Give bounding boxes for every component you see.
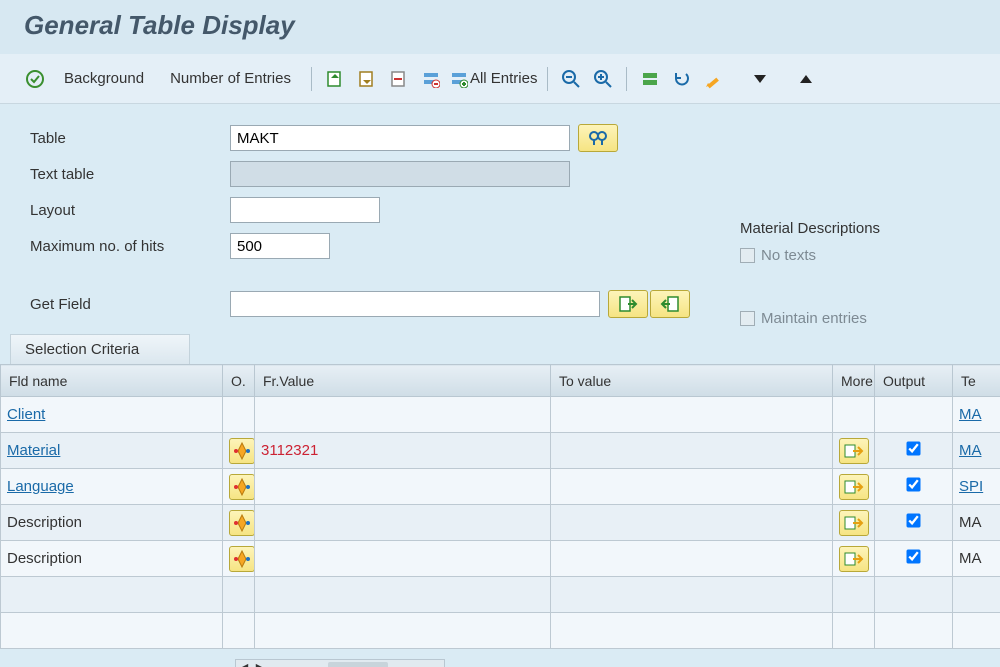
number-of-entries-button[interactable]: Number of Entries xyxy=(160,65,301,93)
output-checkbox[interactable] xyxy=(906,513,920,527)
output-checkbox[interactable] xyxy=(906,549,920,563)
rows-minus-icon[interactable] xyxy=(418,66,444,92)
fld-name-cell[interactable]: Material xyxy=(7,442,60,459)
undo-icon[interactable] xyxy=(669,66,695,92)
zoom-out-icon[interactable] xyxy=(558,66,584,92)
technical-name-cell: MA xyxy=(959,514,982,531)
table-row xyxy=(1,613,1000,649)
th-to[interactable]: To value xyxy=(551,365,833,397)
to-value-cell[interactable] xyxy=(551,541,833,577)
scroll-left-icon[interactable]: ◀ xyxy=(236,660,252,667)
multiple-selection-button[interactable] xyxy=(839,546,869,572)
text-table-label: Text table xyxy=(30,166,230,183)
fld-name-cell[interactable]: Client xyxy=(7,406,45,423)
export-row-icon[interactable] xyxy=(354,66,380,92)
table-row: Description MA xyxy=(1,505,1000,541)
form-area: Table Text table Layout Maximum no. of h… xyxy=(0,104,1000,330)
table-row: Client MA xyxy=(1,397,1000,433)
material-desc-heading: Material Descriptions xyxy=(740,220,880,237)
no-texts-label: No texts xyxy=(761,247,816,264)
th-o[interactable]: O. xyxy=(223,365,255,397)
th-out[interactable]: Output xyxy=(875,365,953,397)
export-button[interactable] xyxy=(650,290,690,318)
scroll-right-icon[interactable]: ▶ xyxy=(252,660,268,667)
collapse-up-icon[interactable] xyxy=(793,66,819,92)
th-fld[interactable]: Fld name xyxy=(1,365,223,397)
th-more[interactable]: More xyxy=(833,365,875,397)
get-field-input[interactable] xyxy=(230,291,600,317)
horizontal-scrollbar[interactable]: ◀ ▶ xyxy=(235,659,445,667)
from-value-cell[interactable] xyxy=(255,505,551,541)
multiple-selection-button[interactable] xyxy=(839,510,869,536)
table-row: Description MA xyxy=(1,541,1000,577)
selection-option-button[interactable] xyxy=(229,438,255,464)
scroll-thumb[interactable] xyxy=(328,662,388,667)
background-button[interactable]: Background xyxy=(54,65,154,93)
table-row: Material 3112321 MA xyxy=(1,433,1000,469)
selection-option-button[interactable] xyxy=(229,546,255,572)
technical-name-cell: MA xyxy=(959,550,982,567)
table-row xyxy=(1,577,1000,613)
text-table-input xyxy=(230,161,570,187)
collapse-down-icon[interactable] xyxy=(747,66,773,92)
to-value-cell[interactable] xyxy=(551,469,833,505)
selection-option-button[interactable] xyxy=(229,474,255,500)
th-fr[interactable]: Fr.Value xyxy=(255,365,551,397)
from-value-cell[interactable]: 3112321 xyxy=(261,442,318,459)
output-checkbox[interactable] xyxy=(906,477,920,491)
from-value-cell[interactable] xyxy=(255,469,551,505)
no-texts-checkbox xyxy=(740,248,755,263)
delete-row-icon[interactable] xyxy=(386,66,412,92)
layout-label: Layout xyxy=(30,202,230,219)
fld-name-cell: Description xyxy=(7,550,82,567)
selection-criteria-grid: Fld name O. Fr.Value To value More Outpu… xyxy=(0,364,1000,649)
all-entries-button[interactable]: All Entries xyxy=(450,70,538,88)
fld-name-cell[interactable]: Language xyxy=(7,478,74,495)
to-value-cell[interactable] xyxy=(551,505,833,541)
search-help-button[interactable] xyxy=(578,124,618,152)
multiple-selection-button[interactable] xyxy=(839,474,869,500)
pencil-icon[interactable] xyxy=(701,66,727,92)
technical-name-cell[interactable]: SPI xyxy=(959,478,983,495)
table-row: Language SPI xyxy=(1,469,1000,505)
zoom-in-icon[interactable] xyxy=(590,66,616,92)
layout-icon[interactable] xyxy=(637,66,663,92)
all-entries-label: All Entries xyxy=(470,70,538,87)
to-value-cell[interactable] xyxy=(551,433,833,469)
selection-criteria-header: Selection Criteria xyxy=(10,334,190,364)
import-button[interactable] xyxy=(608,290,648,318)
page-title: General Table Display xyxy=(0,0,1000,54)
from-value-cell[interactable] xyxy=(255,541,551,577)
technical-name-cell[interactable]: MA xyxy=(959,442,982,459)
output-checkbox[interactable] xyxy=(906,441,920,455)
to-value-cell[interactable] xyxy=(551,397,833,433)
table-label: Table xyxy=(30,130,230,147)
insert-row-icon[interactable] xyxy=(322,66,348,92)
table-input[interactable] xyxy=(230,125,570,151)
selection-option-button[interactable] xyxy=(229,510,255,536)
technical-name-cell[interactable]: MA xyxy=(959,406,982,423)
maintain-entries-label: Maintain entries xyxy=(761,310,867,327)
maintain-entries-checkbox xyxy=(740,311,755,326)
from-value-cell[interactable] xyxy=(255,397,551,433)
maxhits-label: Maximum no. of hits xyxy=(30,238,230,255)
fld-name-cell: Description xyxy=(7,514,82,531)
th-te[interactable]: Te xyxy=(953,365,1000,397)
multiple-selection-button[interactable] xyxy=(839,438,869,464)
layout-input[interactable] xyxy=(230,197,380,223)
execute-icon[interactable] xyxy=(22,66,48,92)
maxhits-input[interactable] xyxy=(230,233,330,259)
toolbar: Background Number of Entries All Entries xyxy=(0,54,1000,104)
get-field-label: Get Field xyxy=(30,296,230,313)
